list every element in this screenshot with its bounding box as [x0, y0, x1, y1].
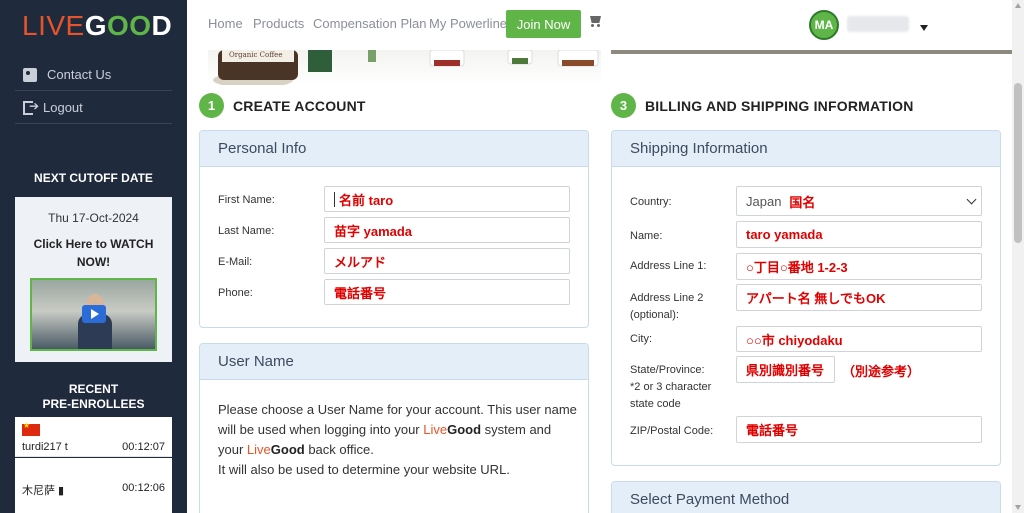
scroll-down-icon[interactable]	[1015, 505, 1021, 510]
sidebar-item-label: Contact Us	[47, 67, 112, 82]
recent-enrollees-title: RECENT PRE-ENROLLEES	[42, 382, 145, 411]
banner-strip	[611, 50, 1012, 54]
city-input[interactable]: ○○市 chiyodaku	[736, 326, 982, 352]
video-thumbnail[interactable]	[30, 278, 157, 351]
user-name-panel: User Name Please choose a User Name for …	[199, 343, 589, 513]
chevron-down-icon[interactable]	[920, 25, 928, 31]
sidebar-item-logout[interactable]: Logout	[15, 92, 172, 124]
sidebar: LIVEGOOD Contact Us Logout NEXT CUTOFF D…	[0, 0, 187, 513]
nav-products[interactable]: Products	[253, 16, 304, 31]
zip-input[interactable]: 電話番号	[736, 416, 982, 443]
country-select[interactable]: Japan 国名	[736, 186, 982, 216]
billing-shipping-title: BILLING AND SHIPPING INFORMATION	[645, 98, 914, 114]
cutoff-date: Thu 17-Oct-2024	[48, 211, 139, 225]
phone-input[interactable]: 電話番号	[324, 279, 570, 305]
watch-now-link[interactable]: Click Here to WATCH NOW!	[15, 235, 172, 271]
sidebar-item-label: Logout	[43, 100, 83, 115]
username-blurred[interactable]	[847, 16, 909, 32]
list-item: turdi217 t 00:12:07	[15, 417, 172, 457]
join-now-button[interactable]: Join Now	[506, 10, 581, 38]
shipping-info-panel: Shipping Information Country: Japan 国名 N…	[611, 130, 1001, 466]
create-account-title: CREATE ACCOUNT	[233, 98, 366, 114]
state-note: （別途参考）	[842, 364, 921, 379]
step-number: 1	[199, 93, 224, 118]
nav-my-powerline[interactable]: My Powerline	[429, 16, 507, 31]
state-input[interactable]: 県別識別番号	[736, 356, 835, 383]
contact-card-icon	[23, 67, 37, 82]
cutoff-box: Thu 17-Oct-2024 Click Here to WATCH NOW!	[15, 197, 172, 362]
nav-home[interactable]: Home	[208, 16, 243, 31]
top-nav: Home Products Compensation Plan My Power…	[187, 0, 1012, 50]
panel-heading: User Name	[200, 344, 588, 380]
step-number: 3	[611, 93, 636, 118]
product-banner: Organic Coffee	[208, 50, 601, 85]
address-line2-input[interactable]: アパート名 無しでもOK	[736, 284, 982, 311]
list-item: 木尼萨 ▮ 00:12:06	[15, 458, 172, 513]
user-name-instructions: Please choose a User Name for your accou…	[218, 402, 577, 477]
product-label: Organic Coffee	[229, 51, 283, 59]
nav-compensation-plan[interactable]: Compensation Plan	[313, 16, 426, 31]
cart-icon[interactable]	[588, 15, 602, 27]
address-line1-input[interactable]: ○丁目○番地 1-2-3	[736, 253, 982, 280]
personal-info-panel: Personal Info First Name: 名前 taro Last N…	[199, 130, 589, 328]
play-icon[interactable]	[82, 305, 106, 323]
payment-method-panel: Select Payment Method	[611, 481, 1001, 513]
email-input[interactable]: メルアド	[324, 248, 570, 274]
cutoff-title: NEXT CUTOFF DATE	[34, 171, 153, 185]
shipping-name-input[interactable]: taro yamada	[736, 221, 982, 248]
panel-heading: Select Payment Method	[612, 482, 1000, 513]
scroll-up-icon[interactable]	[1015, 3, 1021, 8]
logout-icon	[23, 99, 39, 115]
chevron-down-icon	[966, 194, 977, 205]
sidebar-item-contact-us[interactable]: Contact Us	[15, 59, 172, 91]
avatar[interactable]: MA	[809, 10, 839, 40]
last-name-input[interactable]: 苗字 yamada	[324, 217, 570, 243]
scroll-thumb[interactable]	[1014, 83, 1022, 243]
panel-heading: Personal Info	[200, 131, 588, 167]
livegood-logo[interactable]: LIVEGOOD	[22, 10, 172, 42]
scrollbar[interactable]	[1012, 0, 1024, 513]
first-name-input[interactable]: 名前 taro	[324, 186, 570, 212]
china-flag-icon	[22, 421, 40, 436]
panel-heading: Shipping Information	[612, 131, 1000, 167]
